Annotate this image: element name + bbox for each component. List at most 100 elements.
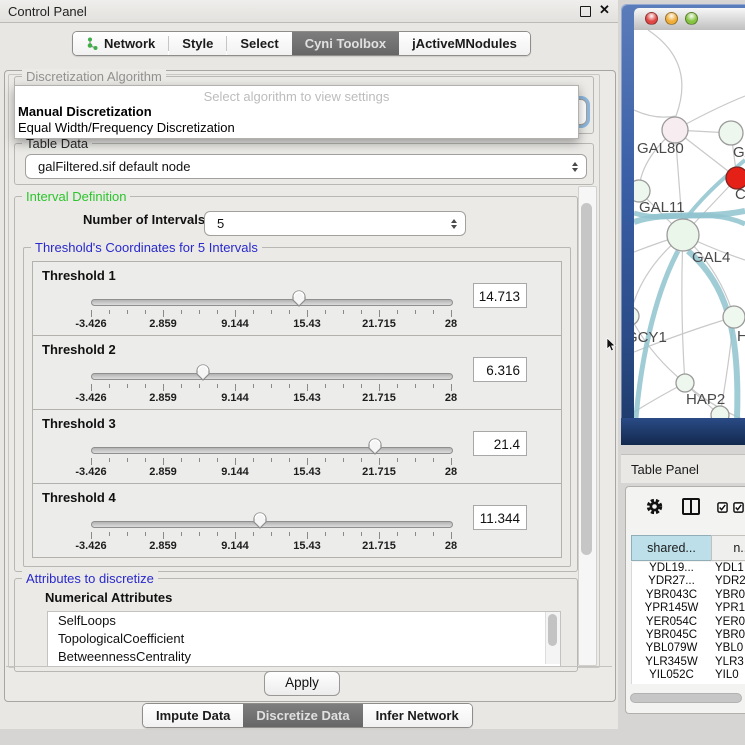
group-title: Interval Definition xyxy=(22,189,130,204)
threshold-value-field[interactable]: 6.316 xyxy=(473,357,527,382)
slider-tick-label: 28 xyxy=(445,540,457,552)
table-row[interactable]: YBR045CYBR0 xyxy=(632,629,745,642)
number-of-intervals-label: Number of Intervals xyxy=(83,212,205,227)
slider-tick-label: 2.859 xyxy=(149,466,177,478)
panel-title: Control Panel xyxy=(8,4,87,19)
slider-track[interactable] xyxy=(91,373,453,380)
bottom-tabstrip: Impute DataDiscretize DataInfer Network xyxy=(142,703,473,728)
tab-label: jActiveMNodules xyxy=(412,36,517,51)
attribute-list-item[interactable]: SelfLoops xyxy=(48,612,560,630)
close-traffic-light-icon[interactable] xyxy=(645,12,658,25)
cell-name: YER0 xyxy=(715,616,745,628)
network-edge[interactable] xyxy=(634,110,676,117)
minimize-traffic-light-icon[interactable] xyxy=(665,12,678,25)
network-node-label: C xyxy=(735,186,745,203)
network-window-frame xyxy=(621,418,745,445)
slider-tick xyxy=(271,310,272,314)
slider-tick xyxy=(217,384,218,388)
list-scrollbar[interactable] xyxy=(545,612,560,664)
threshold-value-field[interactable]: 21.4 xyxy=(473,431,527,456)
cell-name: YBL0 xyxy=(715,642,743,654)
tab-label: Select xyxy=(240,36,278,51)
group-title: Threshold's Coordinates for 5 Intervals xyxy=(31,240,262,255)
float-window-icon[interactable] xyxy=(580,6,591,17)
thresholds-group: Threshold's Coordinates for 5 Intervals … xyxy=(23,247,571,567)
slider-tick-label: 2.859 xyxy=(149,392,177,404)
slider-tick xyxy=(325,458,326,462)
threshold-value-field[interactable]: 11.344 xyxy=(473,505,527,530)
column-header-name[interactable]: n... xyxy=(711,535,745,561)
split-columns-icon[interactable] xyxy=(682,498,700,515)
slider-tick xyxy=(199,310,200,314)
apply-button[interactable]: Apply xyxy=(264,671,340,696)
network-node[interactable] xyxy=(667,219,699,251)
network-node[interactable] xyxy=(723,306,745,328)
slider-tick xyxy=(289,310,290,314)
algorithm-option-manual[interactable]: Manual Discretization xyxy=(18,104,152,119)
network-edge[interactable] xyxy=(648,30,682,116)
slider-tick xyxy=(397,384,398,388)
slider-track[interactable] xyxy=(91,521,453,528)
slider-tick xyxy=(217,532,218,536)
network-node[interactable] xyxy=(634,307,639,325)
tab-select[interactable]: Select xyxy=(227,32,291,55)
slider-thumb[interactable] xyxy=(252,511,268,530)
gear-icon[interactable] xyxy=(645,497,664,516)
slider-thumb[interactable] xyxy=(367,437,383,456)
table-row[interactable]: YPR145WYPR1 xyxy=(632,602,745,615)
tab-cyni-toolbox[interactable]: Cyni Toolbox xyxy=(292,32,399,55)
slider-thumb[interactable] xyxy=(195,363,211,382)
tab-style[interactable]: Style xyxy=(169,32,226,55)
tab-network[interactable]: Network xyxy=(73,32,168,55)
table-hscrollbar[interactable] xyxy=(630,693,742,703)
close-icon[interactable]: ✕ xyxy=(599,2,610,18)
slider-track[interactable] xyxy=(91,447,453,454)
table-row[interactable]: YBR043CYBR0 xyxy=(632,589,745,602)
threshold-value-field[interactable]: 14.713 xyxy=(473,283,527,308)
network-node-label: GA xyxy=(733,144,745,161)
slider-tick xyxy=(433,310,434,314)
slider-tick xyxy=(109,532,110,536)
table-row[interactable]: YLR345WYLR3 xyxy=(632,656,745,669)
attribute-list-item[interactable]: TopologicalCoefficient xyxy=(48,630,560,648)
slider-tick xyxy=(163,310,164,317)
cell-shared-name: YDR27... xyxy=(632,575,711,587)
table-row[interactable]: YDR27...YDR2 xyxy=(632,575,745,588)
spinner-stepper-icon xyxy=(451,219,457,229)
slider-tick xyxy=(271,532,272,536)
slider-thumb[interactable] xyxy=(291,289,307,308)
checkbox-icon[interactable] xyxy=(717,502,728,513)
slider-track[interactable] xyxy=(91,299,453,306)
group-title: Attributes to discretize xyxy=(22,571,158,586)
tab-infer-network[interactable]: Infer Network xyxy=(363,704,472,727)
tab-discretize-data[interactable]: Discretize Data xyxy=(243,704,362,727)
table-row[interactable]: YBL079WYBL0 xyxy=(632,642,745,655)
slider-tick xyxy=(181,458,182,462)
cell-shared-name: YBR045C xyxy=(632,629,711,641)
attribute-list-item[interactable]: BetweennessCentrality xyxy=(48,648,560,666)
checkbox-icon[interactable] xyxy=(733,502,744,513)
cell-name: YIL0 xyxy=(715,669,739,681)
table-data-combobox[interactable]: galFiltered.sif default node xyxy=(25,154,587,179)
slider-tick xyxy=(415,310,416,314)
cell-shared-name: YDL19... xyxy=(632,562,711,574)
threshold-label: Threshold 3 xyxy=(42,416,116,431)
algorithm-option-equal-width[interactable]: Equal Width/Frequency Discretization xyxy=(18,120,235,135)
number-of-intervals-spinner[interactable]: 5 xyxy=(204,211,466,236)
algorithm-placeholder-option[interactable]: Select algorithm to view settings xyxy=(15,89,578,104)
network-edge[interactable] xyxy=(682,235,685,383)
slider-tick xyxy=(271,384,272,388)
network-node-label: GAL80 xyxy=(637,140,684,157)
network-node[interactable] xyxy=(676,374,694,392)
table-row[interactable]: YIL052CYIL0 xyxy=(632,669,745,682)
zoom-traffic-light-icon[interactable] xyxy=(685,12,698,25)
settings-scrollbar[interactable] xyxy=(578,186,597,666)
table-row[interactable]: YDL19...YDL1 xyxy=(632,562,745,575)
table-row[interactable]: YER054CYER0 xyxy=(632,616,745,629)
tab-impute-data[interactable]: Impute Data xyxy=(143,704,243,727)
network-node[interactable] xyxy=(719,121,743,145)
network-canvas[interactable]: GAL80GACGAL11GAL4GCY1HHAP2 xyxy=(634,30,745,418)
column-header-shared[interactable]: shared... xyxy=(631,535,712,561)
slider-tick xyxy=(109,384,110,388)
tab-jactivemnodules[interactable]: jActiveMNodules xyxy=(399,32,530,55)
